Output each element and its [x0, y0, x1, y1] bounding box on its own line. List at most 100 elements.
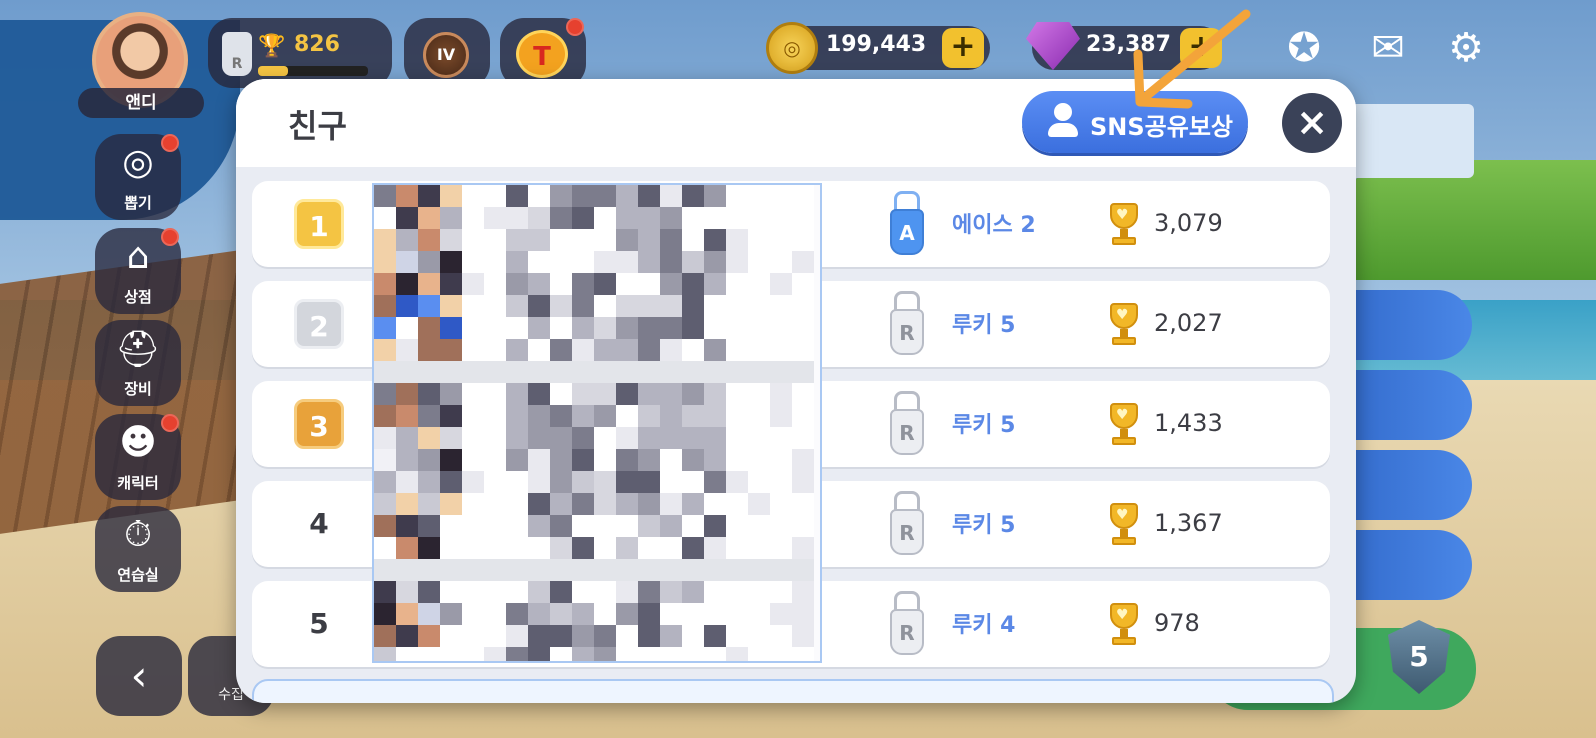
censor-pixel — [616, 471, 638, 493]
censor-pixel — [550, 603, 572, 625]
censor-pixel — [440, 427, 462, 449]
censor-pixel — [418, 449, 440, 471]
ticket-button[interactable]: T — [500, 18, 586, 88]
trophy-counter[interactable]: R 🏆 826 — [208, 18, 392, 88]
menu-character[interactable]: ☻ 캐릭터 — [95, 414, 181, 500]
friend-trophies: 978 — [1154, 609, 1200, 637]
menu-gacha[interactable]: ◎ 뽑기 — [95, 134, 181, 220]
censor-pixel — [638, 427, 660, 449]
censor-pixel — [506, 559, 528, 581]
mail-icon[interactable]: ✉ — [1362, 22, 1414, 74]
event-banner[interactable] — [1340, 104, 1474, 178]
censor-pixel — [616, 427, 638, 449]
censor-pixel — [792, 537, 814, 559]
censor-pixel — [770, 427, 792, 449]
censor-pixel — [374, 515, 396, 537]
censor-pixel — [792, 427, 814, 449]
censor-pixel — [506, 427, 528, 449]
censor-pixel — [462, 471, 484, 493]
censor-pixel — [572, 493, 594, 515]
censor-pixel — [616, 361, 638, 383]
censor-pixel — [638, 339, 660, 361]
menu-equipment[interactable]: ⛑ 장비 — [95, 320, 181, 406]
censor-pixel — [748, 361, 770, 383]
censor-pixel — [616, 273, 638, 295]
censor-pixel — [726, 295, 748, 317]
censor-pixel — [396, 559, 418, 581]
friend-trophies: 1,433 — [1154, 409, 1223, 437]
censor-pixel — [506, 493, 528, 515]
censor-pixel — [594, 339, 616, 361]
censor-pixel — [528, 515, 550, 537]
my-rank-row[interactable] — [252, 679, 1334, 703]
censor-pixel — [462, 559, 484, 581]
censor-pixel — [374, 559, 396, 581]
censor-pixel — [638, 493, 660, 515]
censor-pixel — [792, 493, 814, 515]
censor-pixel — [396, 383, 418, 405]
censor-pixel — [594, 295, 616, 317]
back-button[interactable]: ‹ — [96, 636, 182, 716]
censor-pixel — [572, 581, 594, 603]
censor-pixel — [462, 515, 484, 537]
censor-pixel — [748, 537, 770, 559]
rank-button[interactable]: IV — [404, 18, 490, 88]
censor-pixel — [418, 185, 440, 207]
censor-pixel — [792, 361, 814, 383]
censor-pixel — [660, 383, 682, 405]
close-button[interactable]: × — [1282, 93, 1342, 153]
censor-pixel — [550, 647, 572, 661]
rank-badge-gold: 1 — [294, 199, 344, 249]
censor-pixel — [528, 581, 550, 603]
censor-pixel — [682, 185, 704, 207]
censor-pixel — [418, 361, 440, 383]
censor-pixel — [396, 603, 418, 625]
censor-pixel — [748, 339, 770, 361]
censor-pixel — [396, 449, 418, 471]
censor-pixel — [660, 471, 682, 493]
censor-pixel — [528, 537, 550, 559]
censor-pixel — [616, 515, 638, 537]
coin-amount: 199,443 — [826, 32, 927, 57]
censor-pixel — [726, 471, 748, 493]
censor-pixel — [550, 295, 572, 317]
censor-pixel — [770, 383, 792, 405]
censor-pixel — [506, 229, 528, 251]
achievement-badge-icon[interactable]: ✪ — [1278, 22, 1330, 74]
censor-pixel — [506, 625, 528, 647]
grass-area — [1340, 160, 1596, 280]
menu-shop[interactable]: ⌂ 상점 — [95, 228, 181, 314]
gear-icon[interactable]: ⚙ — [1440, 22, 1492, 74]
add-coins-button[interactable]: + — [942, 28, 984, 68]
censor-pixel — [418, 559, 440, 581]
censor-pixel — [682, 361, 704, 383]
censor-pixel — [792, 405, 814, 427]
censor-pixel — [484, 449, 506, 471]
censor-pixel — [726, 185, 748, 207]
censor-pixel — [396, 273, 418, 295]
rank-number: 4 — [309, 507, 329, 540]
censor-pixel — [396, 339, 418, 361]
menu-practice[interactable]: ⏱ 연습실 — [95, 506, 181, 592]
censor-pixel — [660, 207, 682, 229]
censor-pixel — [572, 317, 594, 339]
censor-pixel — [506, 361, 528, 383]
censor-pixel — [484, 383, 506, 405]
censor-pixel — [748, 383, 770, 405]
censor-pixel — [770, 273, 792, 295]
censor-pixel — [572, 515, 594, 537]
censor-pixel — [682, 207, 704, 229]
censor-pixel — [550, 251, 572, 273]
censor-pixel — [770, 581, 792, 603]
censor-pixel — [396, 493, 418, 515]
censor-pixel — [770, 471, 792, 493]
censor-pixel — [396, 471, 418, 493]
censor-pixel — [572, 361, 594, 383]
censor-pixel — [682, 515, 704, 537]
modal-title: 친구 — [288, 107, 347, 145]
censor-pixel — [484, 603, 506, 625]
censor-pixel — [682, 339, 704, 361]
censor-pixel — [418, 625, 440, 647]
censor-pixel — [418, 317, 440, 339]
censor-pixel — [462, 361, 484, 383]
